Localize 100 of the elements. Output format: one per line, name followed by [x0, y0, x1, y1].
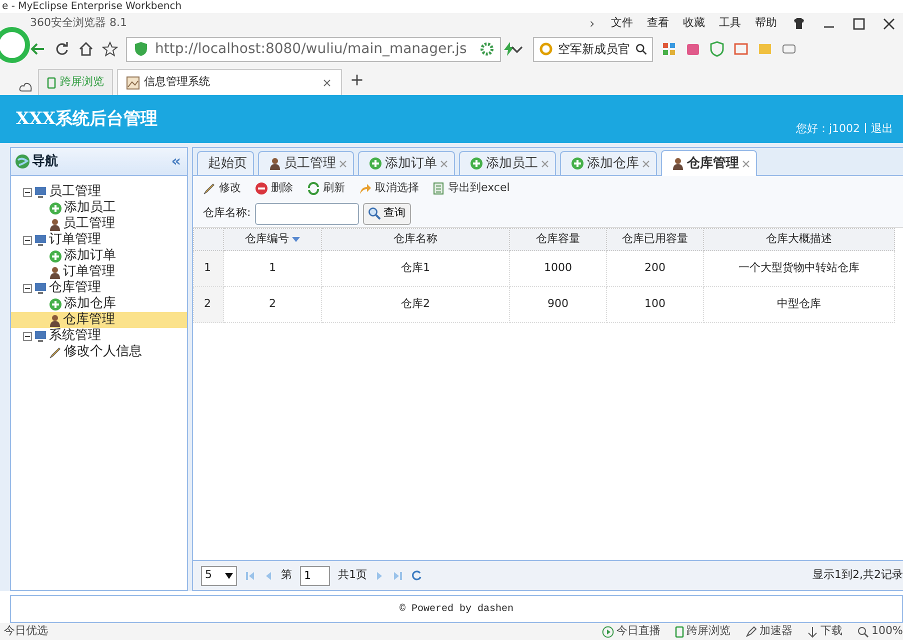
tree-node[interactable]: 员工管理 — [49, 182, 101, 202]
shirt-icon[interactable] — [791, 16, 807, 32]
add-icon — [571, 157, 584, 170]
tree-item[interactable]: 订单管理 — [11, 264, 187, 280]
add-icon — [49, 202, 62, 214]
panel-title: 导航 — [32, 152, 58, 171]
status-item[interactable]: 跨屏浏览 — [674, 623, 731, 640]
menu-item[interactable]: 查看 — [647, 15, 669, 32]
field-label: 仓库名称: — [203, 205, 251, 222]
row-number: 1 — [204, 261, 211, 274]
collapse-toggle-icon[interactable] — [23, 284, 32, 292]
status-item[interactable]: 今日直播 — [602, 623, 661, 640]
refresh-icon — [307, 182, 320, 194]
back-icon[interactable] — [30, 41, 46, 57]
magnifier-icon — [856, 626, 869, 638]
grid-icon[interactable] — [661, 41, 677, 57]
person-icon — [49, 218, 61, 230]
person-icon — [49, 314, 61, 326]
status-item[interactable]: 加速器 — [744, 623, 793, 640]
search-icon[interactable] — [634, 41, 648, 57]
toolbar-button[interactable]: 刷新 — [307, 180, 345, 196]
table-cell: 1000 — [544, 261, 572, 274]
add-icon — [369, 157, 382, 170]
table-cell: 仓库2 — [401, 297, 430, 310]
phone-icon — [47, 76, 56, 88]
table-cell: 1 — [269, 261, 276, 274]
download-icon — [806, 626, 818, 638]
table-cell: 900 — [548, 297, 568, 310]
toolbar-button[interactable]: 删除 — [255, 180, 293, 196]
person-icon — [269, 157, 281, 170]
star-icon[interactable] — [102, 41, 118, 57]
tab[interactable]: 添加订单 — [358, 151, 455, 175]
greeting: 您好：j1002 — [796, 122, 860, 134]
shield-icon[interactable] — [709, 41, 725, 57]
status-item[interactable]: 100% — [856, 623, 903, 640]
name-input-field[interactable] — [254, 202, 359, 224]
search-field[interactable]: 空军新成员官 — [533, 36, 653, 62]
monitor-icon — [34, 330, 47, 342]
tab[interactable]: 添加仓库 — [560, 151, 657, 175]
search-engine-icon[interactable] — [538, 41, 554, 57]
close-icon[interactable] — [881, 16, 897, 32]
menu-item[interactable]: 文件 — [611, 15, 633, 32]
add-icon — [49, 298, 62, 310]
tab[interactable]: 起始页 — [197, 151, 254, 175]
reload-icon[interactable] — [54, 41, 70, 57]
collapse-toggle-icon[interactable] — [23, 188, 32, 196]
refresh-icon[interactable] — [411, 570, 422, 581]
app-title: XXX系统后台管理 — [16, 108, 158, 132]
page-label: 第 — [281, 567, 292, 584]
menu-item[interactable]: 工具 — [719, 15, 741, 32]
tab[interactable]: 员工管理 — [258, 151, 354, 175]
tree-node[interactable]: 仓库管理 — [49, 278, 101, 298]
collapse-toggle-icon[interactable] — [23, 236, 32, 244]
home-icon[interactable] — [78, 41, 94, 57]
tree-item[interactable]: 添加订单 — [11, 248, 187, 264]
status-item[interactable]: 下载 — [806, 623, 843, 640]
search-button[interactable]: 查询 — [362, 202, 411, 224]
table-cell: 2 — [269, 297, 276, 310]
record-summary: 显示1到2,共2记录 — [812, 567, 903, 584]
monitor-icon — [34, 282, 47, 294]
globe-icon — [15, 154, 30, 169]
curved-arrow-icon — [359, 182, 372, 194]
menu-item[interactable]: 帮助 — [755, 15, 777, 32]
table-cell: 200 — [644, 261, 666, 274]
search-icon — [368, 207, 381, 220]
browser-name: 360安全浏览器 8.1 — [30, 15, 127, 32]
table-cell: 100 — [644, 297, 666, 310]
tree-item[interactable]: 员工管理 — [11, 216, 187, 232]
add-icon — [470, 157, 483, 170]
column-header[interactable]: 仓库名称 — [394, 232, 438, 246]
tree-node[interactable]: 订单管理 — [49, 230, 101, 250]
table-cell: 一个大型货物中转站仓库 — [738, 261, 860, 274]
pencil-icon — [49, 346, 62, 358]
collapse-toggle-icon[interactable] — [23, 332, 32, 340]
tree-item[interactable]: 仓库管理 — [11, 312, 187, 328]
status-text[interactable]: 今日优选 — [4, 623, 48, 640]
window-title: e - MyEclipse Enterprise Workbench — [1, 0, 183, 13]
play-icon — [602, 626, 614, 638]
tree-item[interactable]: 修改个人信息 — [11, 344, 187, 360]
page-size-select[interactable]: 5 — [201, 566, 237, 586]
page-input-field[interactable]: 1 — [300, 566, 330, 586]
toolbar-button[interactable]: 修改 — [203, 180, 241, 196]
toolbar-button[interactable]: 取消选择 — [359, 180, 419, 196]
tree-node[interactable]: 系统管理 — [49, 326, 101, 346]
toolbar-button[interactable]: 导出到excel — [433, 180, 510, 196]
browser-tab[interactable]: 信息管理系统 — [117, 69, 342, 95]
tab[interactable]: 仓库管理 — [661, 150, 757, 176]
menu-item[interactable]: 收藏 — [683, 15, 705, 32]
monitor-icon — [34, 186, 47, 198]
tree-item[interactable]: 添加员工 — [11, 200, 187, 216]
table-cell: 中型仓库 — [777, 297, 821, 310]
tab[interactable]: 添加员工 — [459, 151, 556, 175]
page-count: 共1页 — [338, 567, 367, 584]
shield-icon[interactable] — [133, 41, 149, 57]
maximize-icon[interactable] — [851, 16, 867, 32]
person-icon — [672, 157, 684, 170]
row-number: 2 — [204, 297, 211, 310]
add-icon — [49, 250, 62, 262]
tree-item[interactable]: 添加仓库 — [11, 296, 187, 312]
pencil-icon — [203, 182, 216, 194]
